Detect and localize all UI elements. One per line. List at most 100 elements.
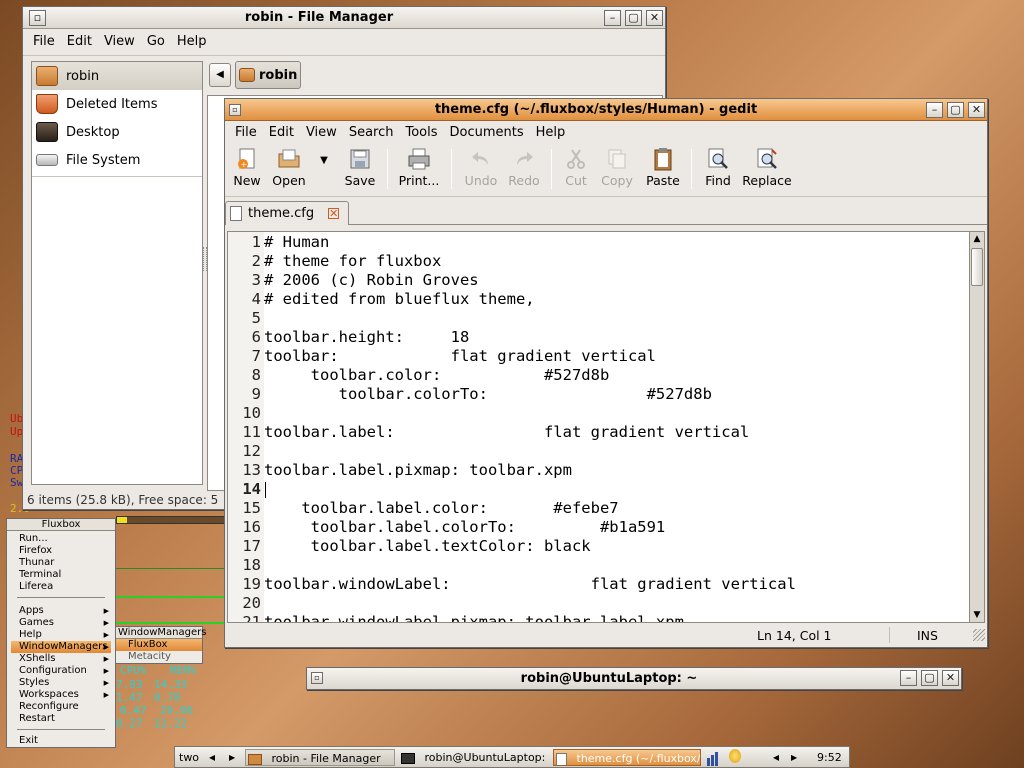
code-line: 9 toolbar.colorTo: #527d8b [251,385,712,403]
undo-button[interactable]: Undo [463,147,499,193]
menu-item-xshells[interactable]: XShells ▶ [19,653,111,665]
task-terminal[interactable]: robin@UbuntuLaptop: ~ [399,749,549,766]
menu-view[interactable]: View [300,122,343,144]
conky-graph [116,604,226,624]
menu-item-terminal[interactable]: Terminal [19,569,111,581]
redo-button[interactable]: Redo [507,147,541,193]
menu-edit[interactable]: Edit [263,122,300,144]
floppy-disk-icon [350,149,370,169]
sidebar-item-desktop[interactable]: Desktop [32,118,202,146]
menu-item-liferea[interactable]: Liferea [19,581,111,593]
current-code-line: 14 [242,480,261,498]
menu-go[interactable]: Go [141,31,171,53]
scroll-up-arrow[interactable]: ▲ [970,232,984,246]
find-icon [708,148,728,169]
minimize-button[interactable]: – [900,670,917,686]
menu-item-thunar[interactable]: Thunar [19,557,111,569]
window-menu-button[interactable]: ▫ [29,10,46,26]
printer-icon [408,148,430,170]
menu-search[interactable]: Search [343,122,400,144]
window-title: robin - File Manager [244,10,394,25]
scroll-down-arrow[interactable]: ▼ [970,608,984,622]
gedit-titlebar[interactable]: ▫ theme.cfg (~/.fluxbox/styles/Human) - … [225,99,987,121]
submenu-item-fluxbox[interactable]: FluxBox [116,639,202,651]
path-button-robin[interactable]: robin [235,61,301,89]
paste-button[interactable]: Paste [643,147,683,193]
menu-help[interactable]: Help [530,122,572,144]
cut-button[interactable]: Cut [561,147,591,193]
menu-tools[interactable]: Tools [399,122,443,144]
window-menu-button[interactable]: ▫ [229,104,241,116]
update-notifier-icon[interactable] [729,749,745,766]
menu-item-apps[interactable]: Apps ▶ [19,605,111,617]
menu-item-games[interactable]: Games ▶ [19,617,111,629]
save-button[interactable]: Save [341,147,379,193]
text-editor[interactable]: 1 # Human 2 # theme for fluxbox 3 # 2006 (c… [227,231,985,623]
menu-item-help[interactable]: Help ▶ [19,629,111,641]
menu-item-firefox[interactable]: Firefox [19,545,111,557]
code-line: 8 toolbar.color: #527d8b [251,366,610,384]
sidebar-item-filesystem[interactable]: File System [32,146,202,174]
network-monitor-icon[interactable] [707,749,725,766]
menu-documents[interactable]: Documents [444,122,530,144]
close-button[interactable]: ✕ [942,670,959,686]
scrollbar-thumb[interactable] [971,248,983,286]
minimize-button[interactable]: – [926,102,943,118]
conky-progress-strip [116,516,226,524]
replace-button[interactable]: Replace [741,147,793,193]
tab-theme-cfg[interactable]: theme.cfg ✕ [225,201,349,225]
close-button[interactable]: ✕ [968,102,985,118]
open-button[interactable]: Open [269,147,309,193]
terminal-titlebar[interactable]: ▫ robin@UbuntuLaptop: ~ – ▢ ✕ [307,668,961,689]
open-dropdown-button[interactable]: ▼ [317,155,331,201]
menu-item-reconfigure[interactable]: Reconfigure [19,701,111,713]
maximize-button[interactable]: ▢ [625,10,642,26]
copy-button[interactable]: Copy [599,147,635,193]
chevron-down-icon: ▼ [320,155,328,166]
menu-item-styles[interactable]: Styles ▶ [19,677,111,689]
menu-item-configuration[interactable]: Configuration ▶ [19,665,111,677]
window-menu-button[interactable]: ▫ [311,672,323,684]
menu-file[interactable]: File [229,122,263,144]
menu-item-restart[interactable]: Restart [19,713,111,725]
menu-separator [17,597,105,598]
task-gedit[interactable]: theme.cfg (~/.fluxbox/st [553,749,701,766]
path-button-label: robin [259,67,298,83]
file-manager-titlebar[interactable]: ▫ robin - File Manager – ▢ ✕ [23,7,665,29]
windowmanagers-submenu: WindowManagers FluxBox Metacity [115,626,206,664]
minimize-button[interactable]: – [604,10,621,26]
status-divider [889,627,890,643]
sidebar-item-robin[interactable]: robin [32,62,202,90]
close-button[interactable]: ✕ [646,10,663,26]
path-back-button[interactable]: ◀ [209,63,231,87]
workspace-prev-button[interactable]: ◀ [209,749,215,766]
maximize-button[interactable]: ▢ [947,102,964,118]
gedit-statusbar: Ln 14, Col 1 INS [225,625,987,647]
code-line: 4 # edited from blueflux theme, [251,290,535,308]
new-button[interactable]: + New [229,147,265,193]
task-file-manager[interactable]: robin - File Manager [245,749,395,766]
submenu-item-metacity[interactable]: Metacity [116,651,202,663]
code-line: 1 # Human [251,233,330,251]
window-next-button[interactable]: ▶ [791,749,797,766]
workspace-next-button[interactable]: ▶ [229,749,235,766]
terminal-window: ▫ robin@UbuntuLaptop: ~ – ▢ ✕ [306,667,962,690]
menu-item-exit[interactable]: Exit [19,735,111,747]
menu-file[interactable]: File [27,31,61,53]
menu-item-windowmanagers[interactable]: WindowManagers ▶ [11,641,111,653]
menu-item-run[interactable]: Run... [19,533,111,545]
menu-item-workspaces[interactable]: Workspaces ▶ [19,689,111,701]
find-button[interactable]: Find [701,147,735,193]
print-button[interactable]: Print... [397,147,441,193]
maximize-button[interactable]: ▢ [921,670,938,686]
resize-grip-icon[interactable] [973,629,985,641]
menu-edit[interactable]: Edit [61,31,98,53]
svg-text:+: + [241,160,248,169]
close-tab-icon[interactable]: ✕ [328,208,340,219]
window-title: theme.cfg (~/.fluxbox/styles/Human) - ge… [434,102,758,117]
menu-view[interactable]: View [98,31,141,53]
menu-help[interactable]: Help [171,31,213,53]
vertical-scrollbar[interactable]: ▲ ▼ [969,231,985,623]
window-prev-button[interactable]: ◀ [773,749,779,766]
sidebar-item-deleted[interactable]: Deleted Items [32,90,202,118]
